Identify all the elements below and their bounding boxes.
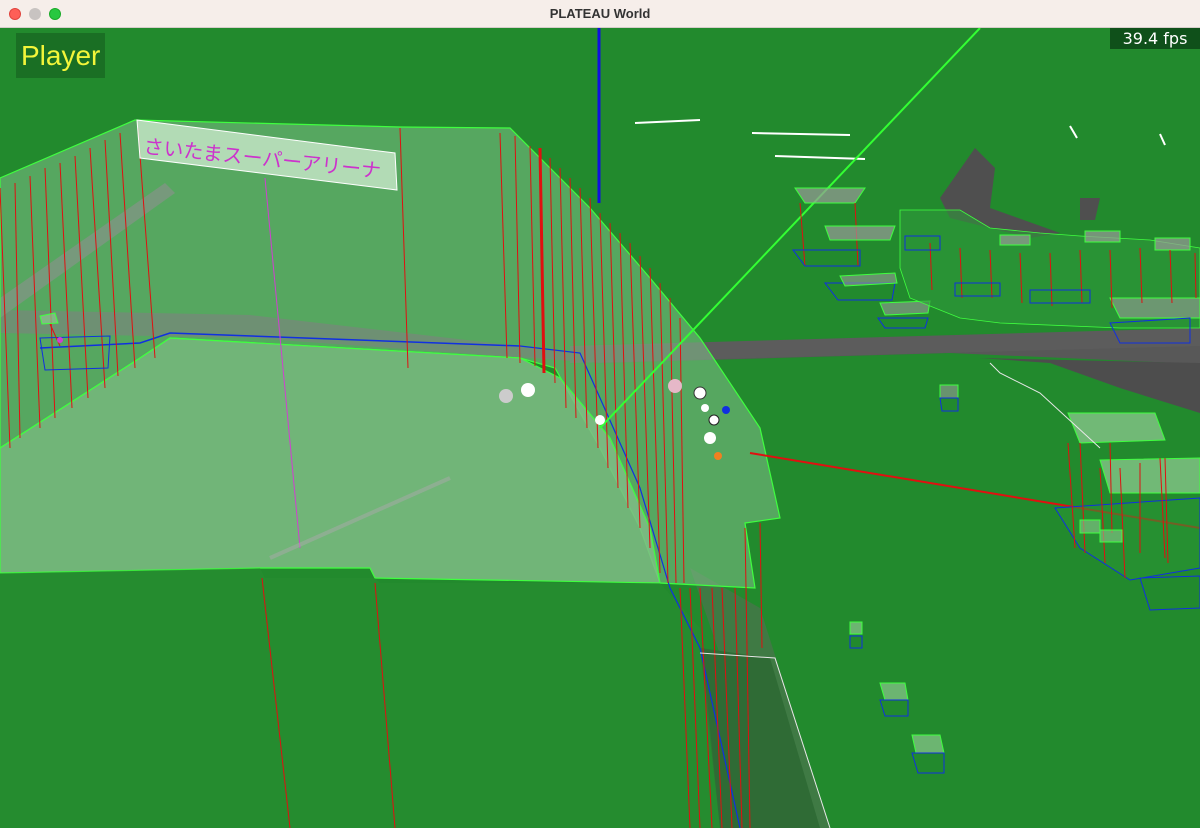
3d-viewport[interactable]: さいたまスーパーアリーナ Player 39.4 fps <box>0 28 1200 828</box>
title-bar: PLATEAU World <box>0 0 1200 28</box>
app-window: PLATEAU World さいたまスーパーアリーナ Player 39.4 f… <box>0 0 1200 828</box>
window-title: PLATEAU World <box>549 6 651 21</box>
player-label: Player <box>16 33 106 78</box>
scene-canvas: さいたまスーパーアリーナ <box>0 28 1200 828</box>
fps-counter: 39.4 fps <box>1110 28 1200 49</box>
